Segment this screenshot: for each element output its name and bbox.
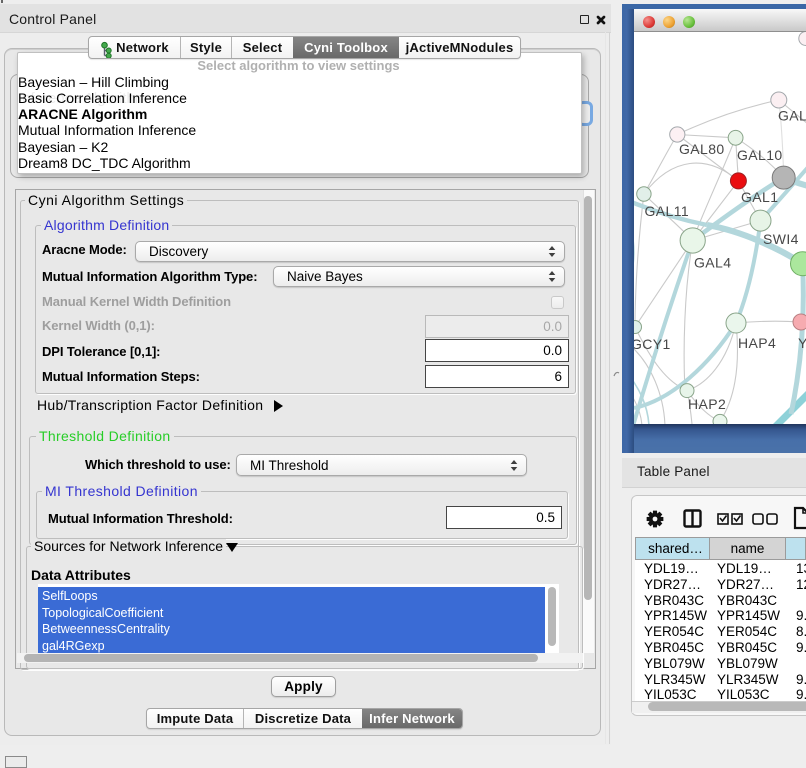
svg-text:SWI4: SWI4 <box>763 231 799 247</box>
svg-text:GAL7: GAL7 <box>778 108 806 124</box>
svg-text:HAP2: HAP2 <box>688 396 726 412</box>
svg-text:HAP4: HAP4 <box>738 335 776 351</box>
svg-text:GAL80: GAL80 <box>679 141 725 157</box>
svg-text:GAL4: GAL4 <box>694 255 731 271</box>
svg-text:YM: YM <box>798 335 806 351</box>
svg-text:GAL1: GAL1 <box>741 189 778 205</box>
svg-text:GCY1: GCY1 <box>632 336 671 352</box>
svg-text:GAL10: GAL10 <box>737 147 783 163</box>
svg-text:GAL11: GAL11 <box>645 203 690 219</box>
